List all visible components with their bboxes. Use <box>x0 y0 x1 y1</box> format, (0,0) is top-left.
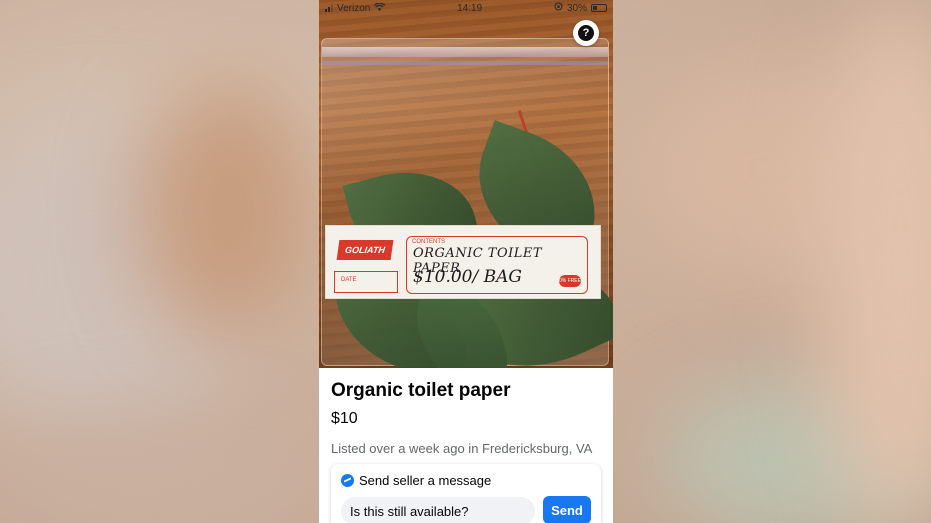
handwriting-line-2: $10.00/ BAG <box>413 267 522 287</box>
listing-photo[interactable]: GOLIATH DATE CONTENTS ORGANIC TOILET PAP… <box>319 0 613 409</box>
zip-strip-line <box>322 61 608 65</box>
message-input[interactable] <box>341 497 535 523</box>
help-button[interactable]: ? <box>573 20 599 46</box>
battery-icon <box>591 4 607 12</box>
message-card: Send seller a message Send <box>331 464 601 523</box>
contents-label: CONTENTS <box>412 239 445 245</box>
listing-details: Organic toilet paper $10 Listed over a w… <box>319 368 613 523</box>
message-header: Send seller a message <box>341 473 491 488</box>
send-button[interactable]: Send <box>543 496 591 523</box>
clock: 14:19 <box>457 2 483 14</box>
status-bar: Verizon 14:19 30% <box>319 0 613 16</box>
rotation-lock-icon <box>554 2 563 14</box>
ziploc-bag: GOLIATH DATE CONTENTS ORGANIC TOILET PAP… <box>321 38 613 409</box>
label-badge: 0% FREE <box>559 275 581 287</box>
bag-label: GOLIATH DATE CONTENTS ORGANIC TOILET PAP… <box>325 225 601 299</box>
listing-title: Organic toilet paper <box>331 380 511 401</box>
phone-screen: GOLIATH DATE CONTENTS ORGANIC TOILET PAP… <box>319 0 613 523</box>
listing-price: $10 <box>331 410 358 427</box>
battery-percent: 30% <box>566 2 587 14</box>
bg-blob <box>140 80 320 340</box>
zip-strip <box>322 47 608 57</box>
bg-blob <box>0 420 320 523</box>
question-icon: ? <box>578 25 594 41</box>
carrier: Verizon <box>337 2 371 14</box>
messenger-icon <box>341 474 354 487</box>
brand-logo: GOLIATH <box>336 240 394 260</box>
listing-meta: Listed over a week ago in Fredericksburg… <box>331 441 593 456</box>
signal-icon <box>325 4 333 12</box>
message-header-label: Send seller a message <box>359 473 492 488</box>
wifi-icon <box>374 2 386 14</box>
date-box: DATE <box>334 271 398 293</box>
contents-box: CONTENTS ORGANIC TOILET PAPER $10.00/ BA… <box>406 236 588 294</box>
